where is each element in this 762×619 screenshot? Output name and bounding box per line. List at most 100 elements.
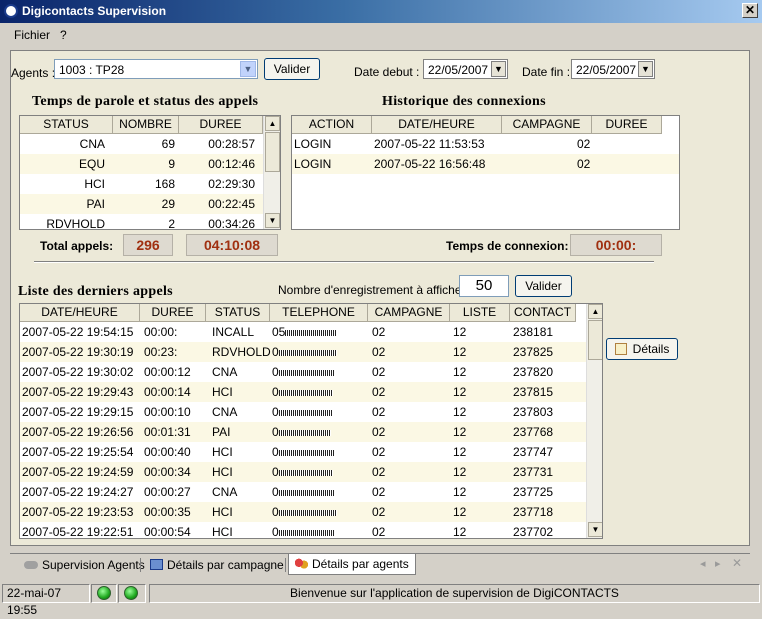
column-header[interactable]: DATE/HEURE [372,116,502,134]
campaign-cell: 02 [372,385,386,399]
phone-cell: 05 [272,325,338,339]
table-row[interactable]: 2007-05-22 19:30:19 00:23: RDVHOLD 0 02 … [20,342,586,362]
column-header[interactable]: CAMPAGNE [368,304,450,322]
contact-cell: 237747 [513,445,554,459]
phone-text: 0 [272,425,279,439]
date-end-label: Date fin : [522,65,571,79]
agent-select[interactable]: 1003 : TP28 ▼ [54,59,258,79]
table-row[interactable]: RDVHOLD 2 00:34:26 [20,214,263,230]
redacted-mark [285,329,338,336]
campaign-cell: 02 [372,505,386,519]
campaign-cell: 02 [577,157,591,171]
table-row[interactable]: 2007-05-22 19:24:59 00:00:34 HCI 0 02 12… [20,462,586,482]
date-end-picker[interactable]: 22/05/2007 ▼ [571,59,655,79]
table-row[interactable]: 2007-05-22 19:25:54 00:00:40 HCI 0 02 12… [20,442,586,462]
scroll-down-icon[interactable]: ▼ [588,522,602,537]
talk-scrollbar[interactable]: ▲ ▼ [263,116,280,229]
tab-label: Supervision Agents [42,558,145,572]
tab-scroll-left-icon[interactable]: ◂ [700,557,706,570]
status-cell: HCI [212,385,233,399]
agents-label: Agents : [11,66,56,80]
datetime-cell: 2007-05-22 19:30:19 [22,345,134,359]
column-header[interactable]: DUREE [140,304,206,322]
menu-bar: Fichier ? [0,24,762,46]
chevron-down-icon[interactable]: ▼ [638,61,653,77]
scroll-thumb[interactable] [588,320,602,360]
column-header[interactable]: DUREE [592,116,662,134]
tab-separator [140,558,141,572]
tab-details-agents[interactable]: Détails par agents [288,554,416,575]
phone-text: 0 [272,365,279,379]
tab-close-icon[interactable]: ✕ [732,556,742,570]
table-row[interactable]: CNA 69 00:28:57 [20,134,263,154]
table-row[interactable]: 2007-05-22 19:30:02 00:00:12 CNA 0 02 12… [20,362,586,382]
record-count-input[interactable]: 50 [459,275,509,297]
chevron-down-icon[interactable]: ▼ [491,61,506,77]
table-row[interactable]: EQU 9 00:12:46 [20,154,263,174]
tab-label: Détails par campagne [167,558,284,572]
status-cell: CNA [212,485,238,499]
phone-cell: 0 [272,405,333,419]
date-start-picker[interactable]: 22/05/2007 ▼ [423,59,508,79]
column-header[interactable]: LISTE [450,304,510,322]
details-button[interactable]: Détails [606,338,678,360]
campaign-cell: 02 [372,405,386,419]
table-row[interactable]: LOGIN 2007-05-22 16:56:48 02 [292,154,679,174]
calls-scrollbar[interactable]: ▲ ▼ [586,304,602,538]
tab-separator [285,558,286,572]
tab-scroll-right-icon[interactable]: ▸ [715,557,721,570]
column-header[interactable]: TELEPHONE [270,304,368,322]
table-row[interactable]: 2007-05-22 19:54:15 00:00: INCALL 05 02 … [20,322,586,342]
tab-details-campagne[interactable]: Détails par campagne [150,556,284,574]
table-row[interactable]: LOGIN 2007-05-22 11:53:53 02 [292,134,679,154]
list-cell: 12 [453,485,467,499]
redacted-mark [278,529,335,536]
column-header[interactable]: NOMBRE [113,116,179,134]
status-message: Bienvenue sur l'application de supervisi… [149,584,760,603]
status-cell: CNA [212,405,238,419]
validate-count-button[interactable]: Valider [515,275,572,297]
table-row[interactable]: HCI 168 02:29:30 [20,174,263,194]
campaign-cell: 02 [372,485,386,499]
column-header[interactable]: ACTION [292,116,372,134]
validate-agent-button[interactable]: Valider [264,58,320,80]
scroll-down-icon[interactable]: ▼ [265,213,280,228]
calls-section-title: Liste des derniers appels [18,284,173,299]
redacted-mark [278,489,335,496]
scroll-up-icon[interactable]: ▲ [588,304,602,319]
column-header[interactable]: DUREE [179,116,263,134]
redacted-mark [278,469,333,476]
menu-file[interactable]: Fichier [14,28,50,42]
column-header[interactable]: STATUS [206,304,270,322]
status-cell: HCI [84,177,105,191]
menu-help[interactable]: ? [60,28,67,42]
table-row[interactable]: 2007-05-22 19:26:56 00:01:31 PAI 0 02 12… [20,422,586,442]
history-section-title: Historique des connexions [382,94,546,109]
table-row[interactable]: 2007-05-22 19:29:15 00:00:10 CNA 0 02 12… [20,402,586,422]
datetime-cell: 2007-05-22 19:30:02 [22,365,134,379]
chevron-down-icon[interactable]: ▼ [240,61,256,77]
column-header[interactable]: CONTACT [510,304,576,322]
list-cell: 12 [453,525,467,539]
redacted-mark [278,369,335,376]
table-row[interactable]: 2007-05-22 19:29:43 00:00:14 HCI 0 02 12… [20,382,586,402]
table-row[interactable]: 2007-05-22 19:24:27 00:00:27 CNA 0 02 12… [20,482,586,502]
status-cell: RDVHOLD [46,217,105,230]
column-header[interactable]: DATE/HEURE [20,304,140,322]
duration-cell: 00:12:46 [208,157,255,171]
contact-cell: 237718 [513,505,554,519]
table-row[interactable]: 2007-05-22 19:22:51 00:00:54 HCI 0 02 12… [20,522,586,539]
action-cell: LOGIN [294,157,332,171]
table-row[interactable]: PAI 29 00:22:45 [20,194,263,214]
monitor-icon [150,559,163,570]
list-cell: 12 [453,505,467,519]
column-header[interactable]: STATUS [20,116,113,134]
status-cell: HCI [212,465,233,479]
contact-cell: 237768 [513,425,554,439]
scroll-up-icon[interactable]: ▲ [265,116,280,131]
close-button[interactable]: ✕ [742,3,758,18]
scroll-thumb[interactable] [265,132,280,172]
column-header[interactable]: CAMPAGNE [502,116,592,134]
tab-supervision-agents[interactable]: Supervision Agents [24,556,145,574]
table-row[interactable]: 2007-05-22 19:23:53 00:00:35 HCI 0 02 12… [20,502,586,522]
